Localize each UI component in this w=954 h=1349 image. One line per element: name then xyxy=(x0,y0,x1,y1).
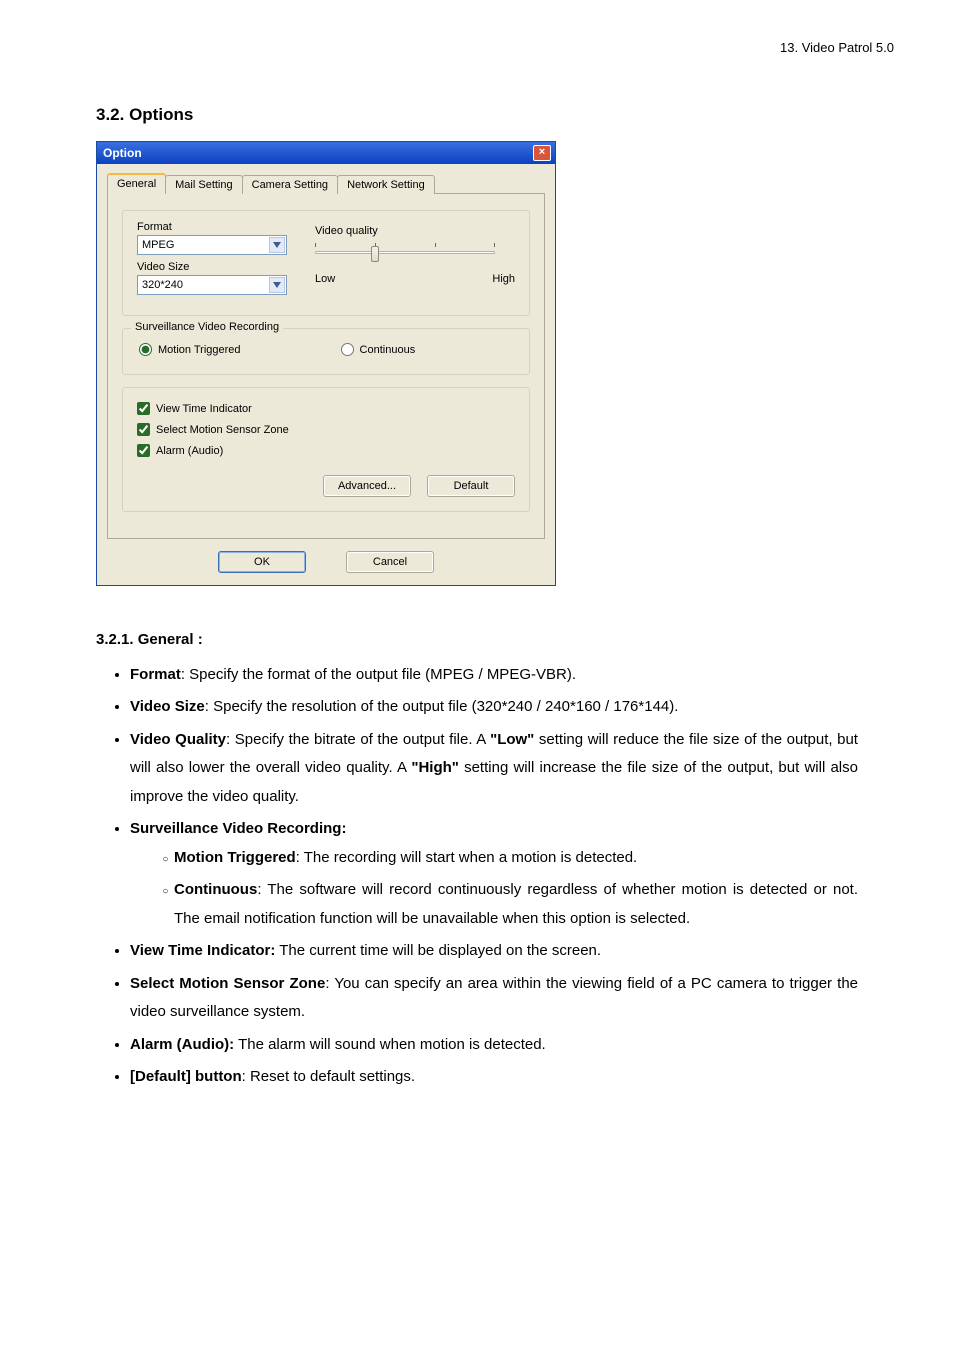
tabpanel-general: Format MPEG Video Size 320*240 xyxy=(107,194,545,539)
tab-mail-setting[interactable]: Mail Setting xyxy=(165,175,242,194)
doc-text: 3.2.1. General : Format: Specify the for… xyxy=(96,626,858,1092)
check-sensor-zone[interactable]: Select Motion Sensor Zone xyxy=(137,423,515,436)
tab-general[interactable]: General xyxy=(107,173,166,194)
close-icon[interactable]: × xyxy=(533,145,551,161)
doc-subhead: 3.2.1. General : xyxy=(96,626,858,655)
video-size-label: Video Size xyxy=(137,261,315,273)
slider-low-label: Low xyxy=(315,273,335,285)
doc-item-sensor-zone: Select Motion Sensor Zone: You can speci… xyxy=(130,970,858,1027)
doc-subitem-continuous: Continuous: The software will record con… xyxy=(174,876,858,933)
cancel-button[interactable]: Cancel xyxy=(346,551,434,573)
check-view-time-input[interactable] xyxy=(137,402,150,415)
format-select[interactable]: MPEG xyxy=(137,235,287,255)
slider-high-label: High xyxy=(492,273,515,285)
check-alarm-label: Alarm (Audio) xyxy=(156,445,223,457)
doc-item-default-button: [Default] button: Reset to default setti… xyxy=(130,1063,858,1092)
dialog-titlebar[interactable]: Option × xyxy=(97,142,555,164)
doc-item-video-size: Video Size: Specify the resolution of th… xyxy=(130,693,858,722)
default-button[interactable]: Default xyxy=(427,475,515,497)
doc-item-surveillance: Surveillance Video Recording: Motion Tri… xyxy=(130,815,858,933)
format-value: MPEG xyxy=(142,239,174,251)
check-alarm-input[interactable] xyxy=(137,444,150,457)
recording-group: Surveillance Video Recording Motion Trig… xyxy=(122,328,530,375)
dialog-title: Option xyxy=(103,146,142,160)
ok-button[interactable]: OK xyxy=(218,551,306,573)
tab-camera-setting[interactable]: Camera Setting xyxy=(242,175,338,194)
radio-continuous-input[interactable] xyxy=(341,343,354,356)
check-view-time[interactable]: View Time Indicator xyxy=(137,402,515,415)
format-group: Format MPEG Video Size 320*240 xyxy=(122,210,530,316)
doc-item-view-time: View Time Indicator: The current time wi… xyxy=(130,937,858,966)
page-header: 13. Video Patrol 5.0 xyxy=(60,40,894,55)
doc-item-format: Format: Specify the format of the output… xyxy=(130,661,858,690)
video-quality-slider[interactable] xyxy=(315,241,495,267)
doc-item-video-quality: Video Quality: Specify the bitrate of th… xyxy=(130,726,858,812)
chevron-down-icon xyxy=(269,277,285,293)
format-label: Format xyxy=(137,221,315,233)
slider-thumb[interactable] xyxy=(371,246,379,262)
check-sensor-zone-label: Select Motion Sensor Zone xyxy=(156,424,289,436)
tab-network-setting[interactable]: Network Setting xyxy=(337,175,435,194)
check-alarm[interactable]: Alarm (Audio) xyxy=(137,444,515,457)
section-title: 3.2. Options xyxy=(96,105,894,125)
radio-motion-label: Motion Triggered xyxy=(158,344,241,356)
checks-group: View Time Indicator Select Motion Sensor… xyxy=(122,387,530,512)
check-sensor-zone-input[interactable] xyxy=(137,423,150,436)
recording-legend: Surveillance Video Recording xyxy=(131,321,283,333)
advanced-button[interactable]: Advanced... xyxy=(323,475,411,497)
radio-motion-input[interactable] xyxy=(139,343,152,356)
radio-continuous[interactable]: Continuous xyxy=(341,343,416,356)
tabstrip: General Mail Setting Camera Setting Netw… xyxy=(107,172,545,194)
radio-continuous-label: Continuous xyxy=(360,344,416,356)
doc-item-alarm: Alarm (Audio): The alarm will sound when… xyxy=(130,1031,858,1060)
option-dialog: Option × General Mail Setting Camera Set… xyxy=(96,141,556,586)
video-size-value: 320*240 xyxy=(142,279,183,291)
chevron-down-icon xyxy=(269,237,285,253)
video-quality-label: Video quality xyxy=(315,225,515,237)
doc-subitem-motion: Motion Triggered: The recording will sta… xyxy=(174,844,858,873)
check-view-time-label: View Time Indicator xyxy=(156,403,252,415)
video-size-select[interactable]: 320*240 xyxy=(137,275,287,295)
radio-motion-triggered[interactable]: Motion Triggered xyxy=(139,343,241,356)
